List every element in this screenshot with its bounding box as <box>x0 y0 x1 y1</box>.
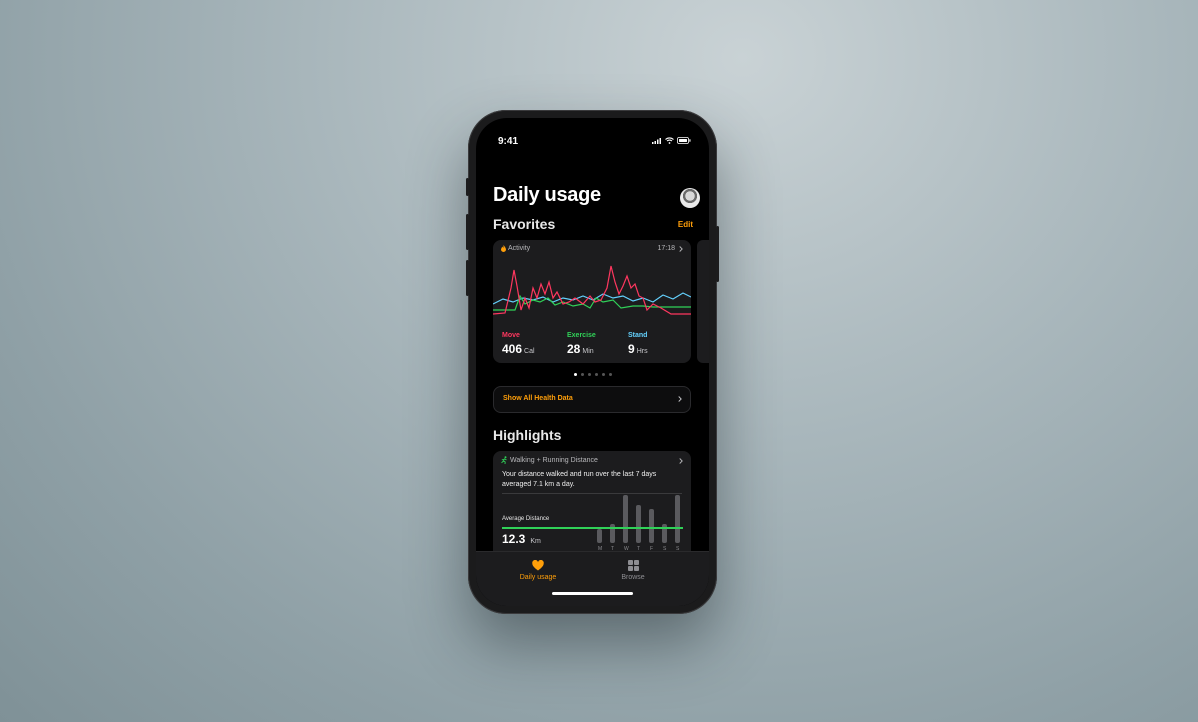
divider <box>502 493 682 494</box>
day-bar <box>675 495 680 543</box>
activity-header: Activity <box>501 245 530 252</box>
day-bar <box>623 495 628 543</box>
highlights-heading: Highlights <box>493 427 562 443</box>
home-indicator <box>552 592 633 595</box>
stand-label: Stand <box>628 332 648 339</box>
avatar[interactable] <box>680 188 700 208</box>
page-dot[interactable] <box>587 373 591 376</box>
move-value: 406 <box>502 342 523 356</box>
show-all-label: Show All Health Data <box>503 395 573 402</box>
exercise-label: Exercise <box>567 332 596 339</box>
status-time: 9:41 <box>498 136 519 147</box>
page-dot[interactable] <box>573 373 577 376</box>
stand-metric: Stand 9 Hrs <box>628 332 648 356</box>
page-dot[interactable] <box>594 373 598 376</box>
page-indicator[interactable] <box>476 372 709 376</box>
status-icons <box>652 137 691 144</box>
page-dot[interactable] <box>580 373 584 376</box>
signal-icon <box>652 137 661 144</box>
heart-icon <box>532 560 544 571</box>
activity-chart <box>493 265 691 315</box>
average-line <box>502 527 683 529</box>
tab-daily-usage-label: Daily usage <box>519 574 557 581</box>
average-unit: Km <box>530 538 541 545</box>
exercise-value: 28 <box>567 342 581 356</box>
show-all-health-data-button[interactable]: Show All Health Data <box>493 386 691 413</box>
chevron-right-icon <box>679 458 683 464</box>
grid-icon <box>627 560 639 571</box>
page-dot[interactable] <box>608 373 612 376</box>
flame-icon <box>501 245 506 252</box>
page-dot[interactable] <box>601 373 605 376</box>
side-switch <box>466 178 469 196</box>
stand-unit: Hrs <box>636 348 648 355</box>
activity-title: Activity <box>508 245 531 252</box>
move-unit: Cal <box>524 348 535 355</box>
activity-time-row: 17:18 <box>657 245 683 252</box>
tab-browse[interactable]: Browse <box>601 560 665 581</box>
exercise-unit: Min <box>582 348 594 355</box>
walking-title: Walking + Running Distance <box>510 456 598 464</box>
exercise-metric: Exercise 28 Min <box>567 332 596 356</box>
phone-frame: 9:41 Daily usage Favorites Edit Activity… <box>466 110 719 614</box>
edit-button[interactable]: Edit <box>678 220 693 229</box>
power-button <box>716 226 719 282</box>
average-value-row: 12.3 Km <box>502 532 541 546</box>
chevron-right-icon <box>679 245 683 252</box>
tab-daily-usage[interactable]: Daily usage <box>506 560 570 581</box>
tab-browse-label: Browse <box>621 574 645 581</box>
move-metric: Move 406 Cal <box>502 332 535 356</box>
walking-description: Your distance walked and run over the la… <box>502 471 657 488</box>
day-bar <box>649 509 654 543</box>
favorites-heading: Favorites <box>493 216 556 232</box>
average-label: Average Distance <box>502 516 550 522</box>
page-title: Daily usage <box>493 184 601 206</box>
activity-card[interactable]: Activity 17:18 Move 406 Cal Exercise 28 … <box>493 240 691 363</box>
day-bar <box>597 529 602 543</box>
stand-value: 9 <box>628 342 635 356</box>
average-value: 12.3 <box>502 532 526 546</box>
volume-up-button <box>466 214 469 250</box>
battery-icon <box>677 137 691 144</box>
tab-bar: Daily usage Browse <box>476 551 709 606</box>
wifi-icon <box>665 137 674 144</box>
chevron-right-icon <box>678 396 682 402</box>
walking-header: Walking + Running Distance <box>501 456 598 464</box>
screen: 9:41 Daily usage Favorites Edit Activity… <box>476 118 709 606</box>
move-label: Move <box>502 332 520 339</box>
running-figure-icon <box>501 456 507 464</box>
next-favorite-card[interactable] <box>697 240 709 363</box>
volume-down-button <box>466 260 469 296</box>
activity-time: 17:18 <box>657 245 675 252</box>
day-bar <box>636 505 641 543</box>
